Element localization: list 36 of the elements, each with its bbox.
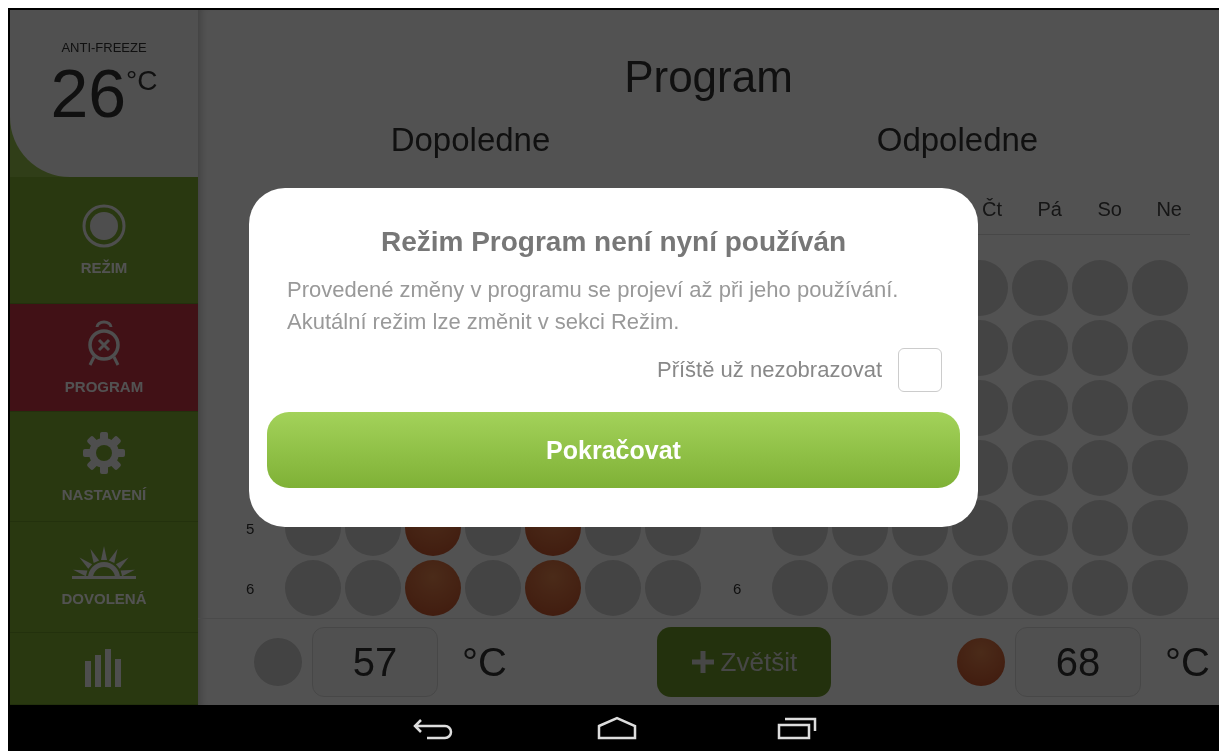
day-header: Ne	[1155, 198, 1183, 222]
continue-button[interactable]: Pokračovat	[267, 412, 960, 488]
panel-title: Dopoledne	[389, 120, 552, 160]
temperature-value: 26	[50, 59, 127, 127]
temperature-field[interactable]: 68	[1014, 627, 1141, 697]
sidebar-item[interactable]: DOVOLENÁ	[10, 522, 198, 633]
temperature-unit: °C	[126, 65, 158, 97]
day-header: Pá	[1036, 198, 1063, 222]
checkbox-label: Příště už nezobrazovat	[657, 357, 882, 383]
unit-label: °C	[462, 639, 507, 685]
hour-label: 6	[245, 579, 255, 597]
bar-chart-icon	[85, 649, 123, 688]
sidebar-item[interactable]: PROGRAM	[10, 304, 198, 413]
home-icon[interactable]	[596, 716, 637, 740]
temperature-field[interactable]: 57	[312, 627, 438, 697]
unit-label: °C	[1164, 639, 1210, 685]
plus-icon	[690, 650, 715, 674]
hour-label: 5	[245, 519, 255, 537]
schedule-dot[interactable]	[525, 560, 581, 616]
page-title: Program	[623, 51, 794, 103]
mode-label: ANTI-FREEZE	[61, 40, 147, 55]
schedule-dot[interactable]	[405, 560, 461, 616]
hour-label: 6	[732, 579, 742, 597]
recents-icon[interactable]	[776, 716, 817, 740]
gear-icon	[81, 430, 127, 477]
day-header: So	[1096, 198, 1123, 222]
dialog-message: Provedené změny v programu se projeví až při jeho používání. Akutální režim lze změnit v sekci Režim.	[287, 276, 900, 336]
dialog-title: Režim Program není nyní používán	[379, 226, 848, 258]
sidebar-item[interactable]: REŽIM	[10, 176, 198, 304]
sidebar-item[interactable]: NASTAVENÍ	[10, 412, 198, 523]
radio-icon	[81, 203, 127, 250]
checkbox[interactable]	[898, 348, 942, 392]
panel-title: Odpoledne	[875, 120, 1040, 160]
sunset-icon	[72, 546, 136, 581]
sidebar-item[interactable]	[10, 632, 198, 705]
day-header: Čt	[981, 198, 1003, 222]
